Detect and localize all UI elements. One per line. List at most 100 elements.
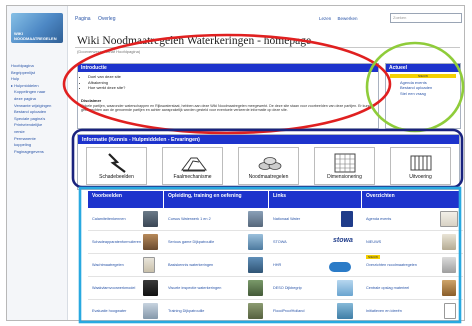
table-row: Evaluatie hoogwater Training Dijkpatroui… — [88, 300, 463, 320]
sidebar-item-permanent[interactable]: Permanente — [11, 136, 67, 143]
cell-link[interactable]: HHR — [273, 263, 281, 267]
header-voorbeelden: Voorbeelden — [88, 191, 163, 208]
card-dimensionering[interactable]: Dimensionering — [314, 147, 375, 185]
sidebar-item-koppelingen-2[interactable]: deze pagina — [11, 96, 67, 103]
sidebar-item-print[interactable]: Printvriendelijke — [11, 122, 67, 129]
cell-link[interactable]: Waakvlamvoorwerkmodel — [92, 286, 135, 290]
new-badge: NIEUW — [366, 255, 380, 259]
tab-bewerken[interactable]: Bewerken — [338, 16, 358, 21]
sidebar-item-speciale[interactable]: Speciale pagina's — [11, 116, 67, 123]
card-faalmechanisme[interactable]: Faalmechanisme — [162, 147, 223, 185]
sidebar-nav: Hoofdpagina Begrippenlijst Hulp ▸ Hulpmi… — [11, 63, 67, 155]
tab-overleg[interactable]: Overleg — [98, 16, 116, 22]
thumbnail-image — [248, 280, 263, 296]
info-panel: Informatie (Kennis - Hulpmiddelen - Erva… — [77, 134, 460, 190]
cell-link[interactable]: Evaluatie hoogwater — [92, 309, 126, 313]
thumbnail-image — [248, 303, 263, 319]
cell-link[interactable]: Training Dijkpatrouille — [168, 309, 204, 313]
sidebar: WIKI NOODMAATREGELEN Hoofdpagina Begripp… — [7, 6, 68, 320]
sidebar-item-koppelingen[interactable]: Koppelingen naar — [11, 89, 67, 96]
card-label: Schadebeelden — [99, 174, 134, 180]
cell-link[interactable]: Centrale opslag materieel — [366, 286, 409, 290]
cell-link[interactable]: Initiatieven en ideeën — [366, 309, 402, 313]
logo-line-2: NOODMAATREGELEN — [14, 36, 57, 41]
page-tabs: Pagina Overleg — [75, 16, 121, 22]
card-label: Faalmechanisme — [173, 174, 212, 180]
header-opleiding: Opleiding, training en oefening — [164, 191, 268, 208]
cell-link[interactable]: DESO Dijkbegrip — [273, 286, 302, 290]
sidebar-item-upload[interactable]: Bestand uploaden — [11, 109, 67, 116]
info-heading: Informatie (Kennis - Hulpmiddelen - Erva… — [78, 135, 459, 144]
table-row: Wachtmaatregelen Basiskennis waterkering… — [88, 254, 463, 277]
thumbnail-image — [442, 257, 456, 273]
thumbnail-image — [248, 234, 263, 250]
cell-link[interactable]: Schadeapparatenformulieren — [92, 240, 141, 244]
cell-link[interactable]: STOWA — [273, 240, 287, 244]
search-input[interactable]: Zoeken — [390, 13, 462, 23]
sidebar-item-permanent-2[interactable]: koppeling — [11, 142, 67, 149]
card-schadebeelden[interactable]: Schadebeelden — [86, 147, 147, 185]
new-badge: NIEUW — [390, 74, 456, 78]
sidebar-item-hoofdpagina[interactable]: Hoofdpagina — [11, 63, 67, 70]
wiki-logo[interactable]: WIKI NOODMAATREGELEN — [11, 13, 63, 43]
cell-link[interactable]: Cursus Waterwerk 1 en 2 — [168, 217, 211, 221]
lightbulb-icon — [444, 303, 456, 319]
actual-panel: Actueel NIEUW Agenda events Bestand uplo… — [385, 63, 461, 129]
stowa-logo: stowa — [333, 237, 353, 244]
card-label: Uitvoering — [409, 174, 432, 180]
card-noodmaatregelen[interactable]: Noodmaatregelen — [238, 147, 299, 185]
thumbnail-image — [442, 280, 456, 296]
actual-item-vraag[interactable]: Stel een vraag — [400, 91, 460, 96]
sidebar-item-hulp[interactable]: Hulp — [11, 76, 67, 83]
cell-link[interactable]: NIEUWS — [366, 240, 381, 244]
sidebar-item-print-2[interactable]: versie — [11, 129, 67, 136]
thumbnail-image — [143, 257, 155, 273]
thumbnail-image — [341, 211, 353, 227]
thumbnail-image — [248, 257, 263, 273]
thumbnail-image — [442, 234, 456, 250]
thumbnail-image — [143, 303, 158, 319]
thumbnail-image — [337, 280, 353, 296]
cell-link[interactable]: Nationaal Water — [273, 217, 300, 221]
sidebar-item-verwante[interactable]: Verwante wijzigingen — [11, 103, 67, 110]
intro-panel: Introductie Doel van deze site Afbakenin… — [77, 63, 379, 129]
thumbnail-image — [248, 211, 263, 227]
tab-lezen[interactable]: Lezen — [319, 16, 331, 21]
thumbnail-image — [143, 280, 158, 296]
intro-list: Doel van deze site Afbakening Hoe werkt … — [88, 74, 378, 91]
page-subtitle: (Doorverwezen vanaf Hoofdpagina) — [77, 49, 141, 54]
header-links: Links — [269, 191, 361, 208]
cell-link[interactable]: Serious game Dijkpatrouille — [168, 240, 214, 244]
card-label: Dimensionering — [327, 174, 362, 180]
cell-link[interactable]: Visuele inspectie waterkeringen — [168, 286, 221, 290]
cell-link[interactable]: Basiskennis waterkeringen — [168, 263, 213, 267]
wiki-page-frame: WIKI NOODMAATREGELEN Hoofdpagina Begripp… — [6, 5, 465, 321]
book-icon — [440, 211, 458, 227]
cell-link[interactable]: Wachtmaatregelen — [92, 263, 124, 267]
info-cards: Schadebeelden Faalmechanisme Noodmaatreg… — [78, 144, 459, 185]
grid-icon — [334, 153, 356, 173]
thumbnail-image — [143, 234, 158, 250]
table-row: Calamiteitenkennen Cursus Waterwerk 1 en… — [88, 208, 463, 231]
intro-bullet-werking[interactable]: Hoe werkt deze site? — [88, 85, 378, 91]
table-row: Waakvlamvoorwerkmodel Visuele inspectie … — [88, 277, 463, 300]
cell-link[interactable]: Overzichten noodmaatregelen — [366, 263, 417, 267]
sidebar-item-begrippenlijst[interactable]: Begrippenlijst — [11, 70, 67, 77]
sidebar-item-hulpmiddelen[interactable]: ▸ Hulpmiddelen — [11, 83, 67, 90]
card-uitvoering[interactable]: Uitvoering — [390, 147, 451, 185]
cell-link[interactable]: Agenda events — [366, 217, 391, 221]
title-divider — [75, 47, 460, 48]
disclaimer-text: Enkele partijen, waaronder waterschappen… — [81, 103, 375, 113]
view-links: Lezen Bewerken — [319, 16, 363, 21]
tab-pagina[interactable]: Pagina — [75, 16, 91, 22]
sidebar-item-paginagegevens[interactable]: Paginagegevens — [11, 149, 67, 156]
cell-link[interactable]: Calamiteitenkennen — [92, 217, 126, 221]
slope-failure-icon — [181, 157, 207, 172]
actual-heading: Actueel — [386, 64, 460, 72]
intro-heading: Introductie — [78, 64, 378, 72]
thumbnail-image — [337, 303, 353, 319]
header-overzichten: Overzichten — [362, 191, 461, 208]
barrier-icon — [410, 155, 432, 171]
cell-link[interactable]: FloodProofHolland — [273, 309, 304, 313]
overview-table: Voorbeelden Opleiding, training en oefen… — [88, 191, 463, 320]
